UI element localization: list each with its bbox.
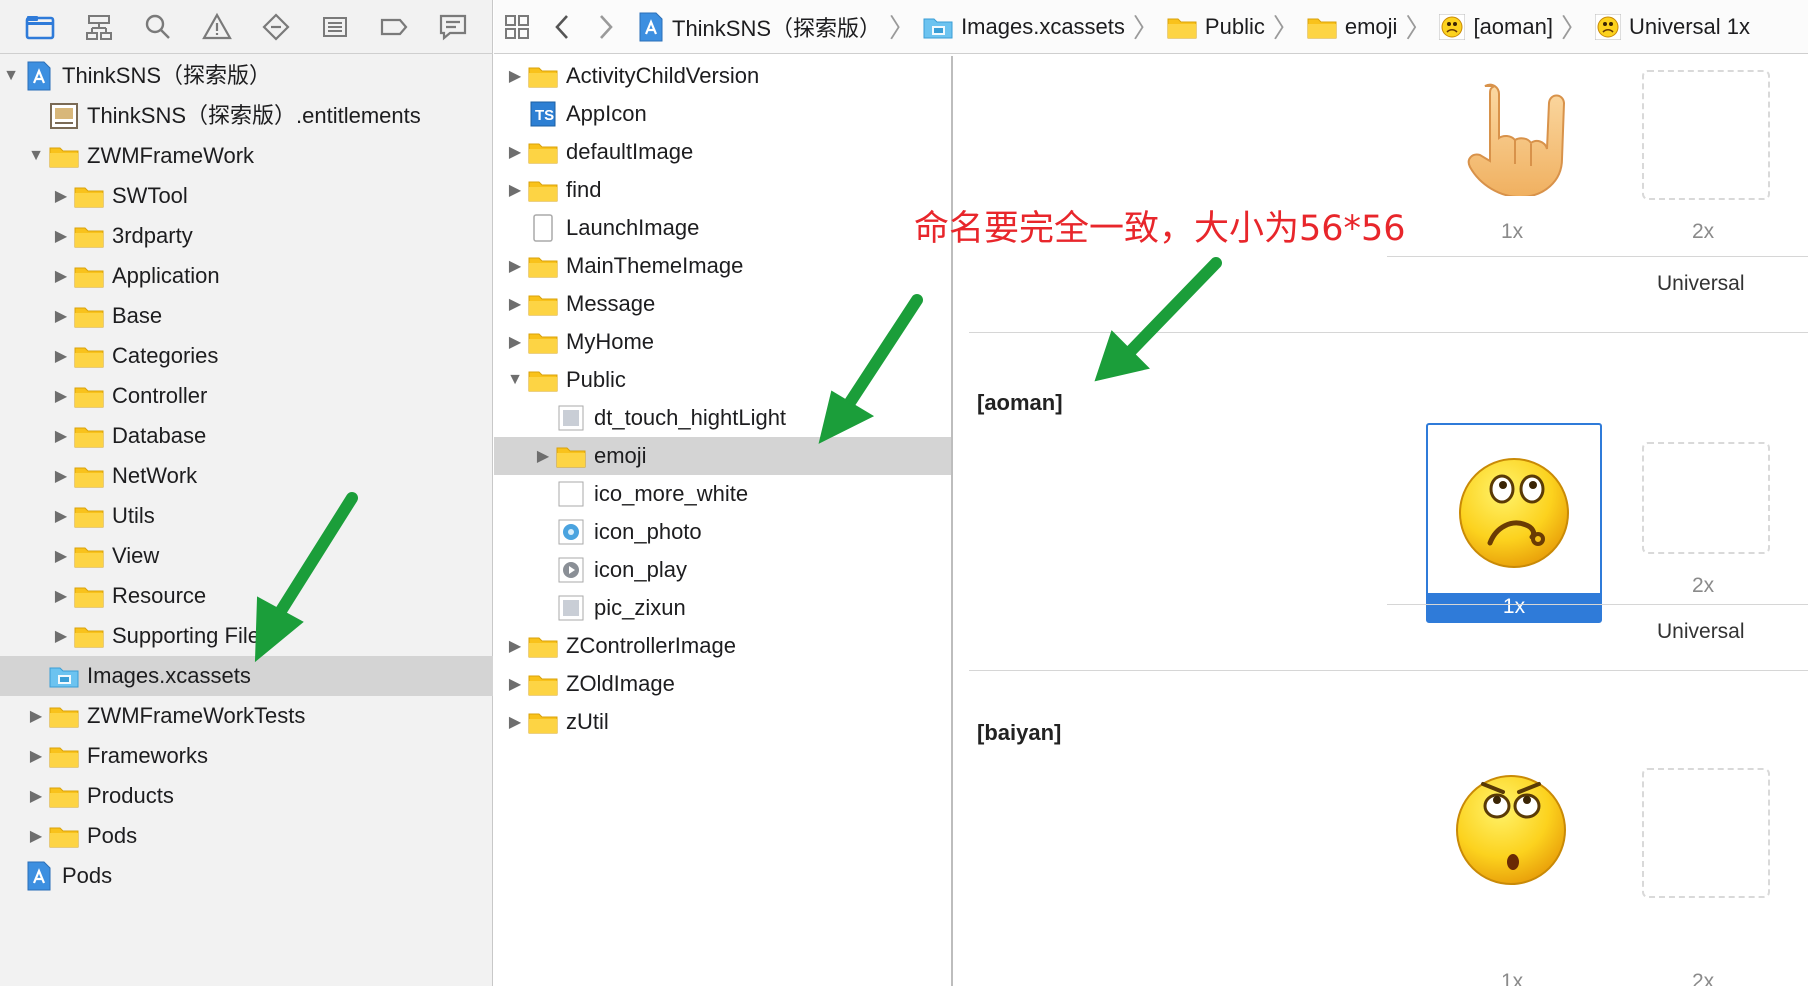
xcode-window: ▼ ThinkSNS（探索版） ThinkSNS（探索版）.entitlements… (0, 0, 1808, 986)
green-arrow-icon (254, 257, 1222, 663)
